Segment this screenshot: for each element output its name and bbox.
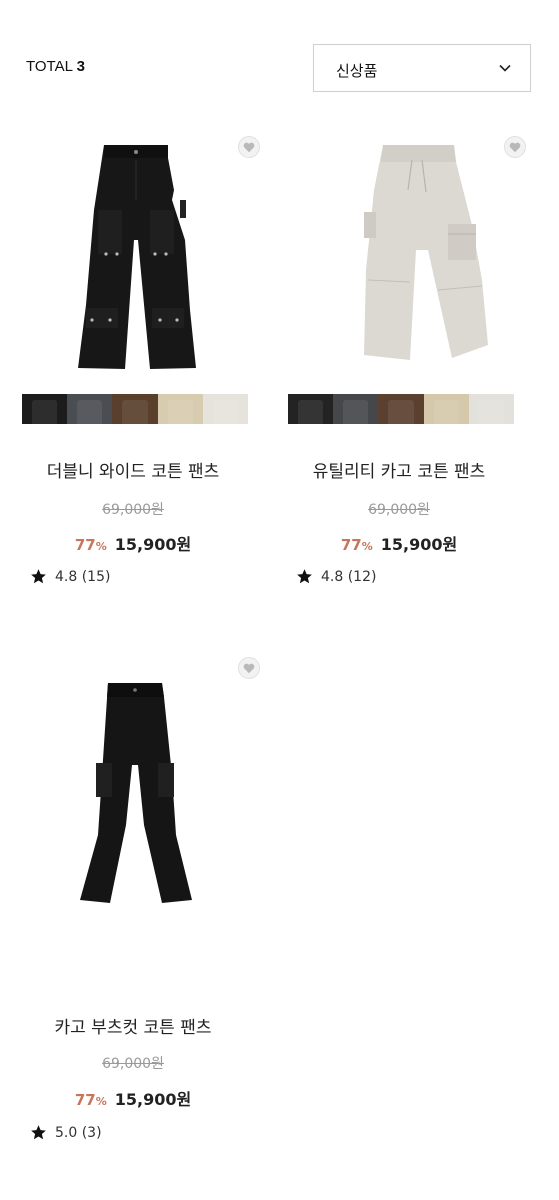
original-price: 69,000원 [102, 502, 164, 518]
product-image[interactable] [22, 655, 248, 945]
color-swatches [288, 394, 515, 424]
sale-price: 15,900원 [114, 1090, 192, 1109]
rating: 4.8 (12) [296, 568, 376, 585]
color-swatch[interactable] [202, 394, 249, 424]
color-swatch[interactable] [378, 394, 424, 424]
rating: 5.0 (3) [30, 1124, 102, 1141]
color-swatch[interactable] [423, 394, 469, 424]
rating-score: 5.0 [55, 1124, 78, 1141]
color-swatch[interactable] [157, 394, 203, 424]
color-swatch[interactable] [112, 394, 158, 424]
original-price: 69,000원 [102, 1056, 164, 1072]
wishlist-button[interactable] [504, 136, 526, 158]
heart-icon [243, 663, 255, 673]
total-label: TOTAL [26, 58, 73, 75]
rating-score: 4.8 [55, 568, 78, 585]
price-line: 77% 15,900원 [0, 531, 266, 555]
color-swatch[interactable] [468, 394, 515, 424]
sale-price: 15,900원 [114, 535, 192, 554]
heart-icon [243, 142, 255, 152]
color-swatch[interactable] [333, 394, 379, 424]
color-swatches [22, 394, 249, 424]
wishlist-button[interactable] [238, 136, 260, 158]
list-header: TOTAL 3 신상품 [0, 0, 559, 110]
discount-rate: 77% [340, 536, 373, 554]
price-line: 77% 15,900원 [0, 1086, 266, 1110]
discount-rate: 77% [74, 536, 107, 554]
review-count: (12) [347, 568, 377, 585]
rating-score: 4.8 [321, 568, 344, 585]
star-icon [297, 569, 312, 584]
total-count: TOTAL 3 [26, 58, 85, 75]
sort-selected-label: 신상품 [336, 62, 378, 80]
product-image[interactable] [288, 130, 514, 392]
review-count: (3) [81, 1124, 102, 1141]
color-swatch[interactable] [288, 394, 334, 424]
review-count: (15) [81, 568, 111, 585]
discount-rate: 77% [74, 1091, 107, 1109]
product-name[interactable]: 유틸리티 카고 코튼 팬츠 [266, 457, 532, 482]
product-name[interactable]: 카고 부츠컷 코튼 팬츠 [0, 1013, 266, 1038]
price-line: 77% 15,900원 [266, 531, 532, 555]
star-icon [31, 1125, 46, 1140]
heart-icon [509, 142, 521, 152]
color-swatch[interactable] [22, 394, 68, 424]
product-image[interactable] [22, 130, 248, 392]
color-swatch[interactable] [67, 394, 113, 424]
wishlist-button[interactable] [238, 657, 260, 679]
original-price: 69,000원 [368, 502, 430, 518]
total-number: 3 [76, 58, 85, 75]
chevron-down-icon [499, 64, 511, 72]
product-name[interactable]: 더블니 와이드 코튼 팬츠 [0, 457, 266, 482]
sort-select[interactable]: 신상품 [313, 44, 531, 92]
rating: 4.8 (15) [30, 568, 110, 585]
sale-price: 15,900원 [380, 535, 458, 554]
star-icon [31, 569, 46, 584]
